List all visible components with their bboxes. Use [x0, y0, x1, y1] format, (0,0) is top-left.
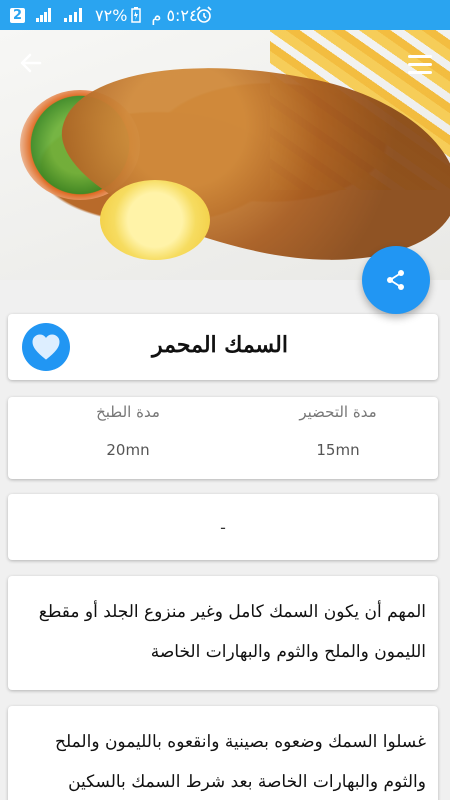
menu-line — [408, 63, 432, 66]
recipe-step-card: غسلوا السمك وضعوه بصينية وانقعوه بالليمو… — [8, 706, 438, 800]
signal-icon — [64, 8, 83, 22]
alarm-clock-icon — [196, 6, 212, 23]
share-icon — [387, 270, 404, 290]
sim-badge: 2 — [10, 7, 26, 23]
back-button[interactable] — [14, 50, 48, 84]
recipe-step-card: المهم أن يكون السمك كامل وغير منزوع الجل… — [8, 576, 438, 690]
battery-icon — [131, 7, 142, 23]
prep-time: مدة التحضير 15mn — [263, 403, 413, 459]
arrow-back-icon — [20, 53, 42, 73]
recipe-note: - — [220, 517, 226, 537]
battery-percent: %٧٢ — [95, 5, 128, 25]
heart-icon — [32, 334, 60, 360]
cook-time-label: مدة الطبخ — [96, 403, 160, 421]
recipe-hero-image — [0, 30, 450, 280]
hamburger-menu-icon[interactable] — [408, 55, 434, 75]
favorite-button[interactable] — [22, 323, 70, 371]
share-button[interactable] — [362, 246, 430, 314]
page-title: السمك المحمر — [152, 332, 288, 358]
recipe-step-text: غسلوا السمك وضعوه بصينية وانقعوه بالليمو… — [55, 732, 426, 792]
prep-time-value: 15mn — [316, 441, 360, 459]
status-bar: ٥:٢٤ م %٧٢ 2 — [0, 0, 450, 30]
status-left: ٥:٢٤ م %٧٢ 2 — [10, 6, 198, 25]
cook-time: مدة الطبخ 20mn — [53, 403, 203, 459]
status-time: ٥:٢٤ م — [151, 5, 198, 25]
menu-line — [408, 71, 432, 74]
recipe-title-card: السمك المحمر — [8, 314, 438, 380]
hero-lemon — [100, 180, 210, 260]
cook-time-value: 20mn — [106, 441, 150, 459]
menu-line — [408, 55, 432, 58]
recipe-step-text: المهم أن يكون السمك كامل وغير منزوع الجل… — [38, 602, 426, 662]
recipe-note-card: - — [8, 494, 438, 560]
signal-icon-2 — [36, 8, 52, 22]
recipe-times-card: مدة التحضير 15mn مدة الطبخ 20mn — [8, 397, 438, 479]
battery-indicator: %٧٢ — [95, 5, 142, 25]
prep-time-label: مدة التحضير — [299, 403, 377, 421]
